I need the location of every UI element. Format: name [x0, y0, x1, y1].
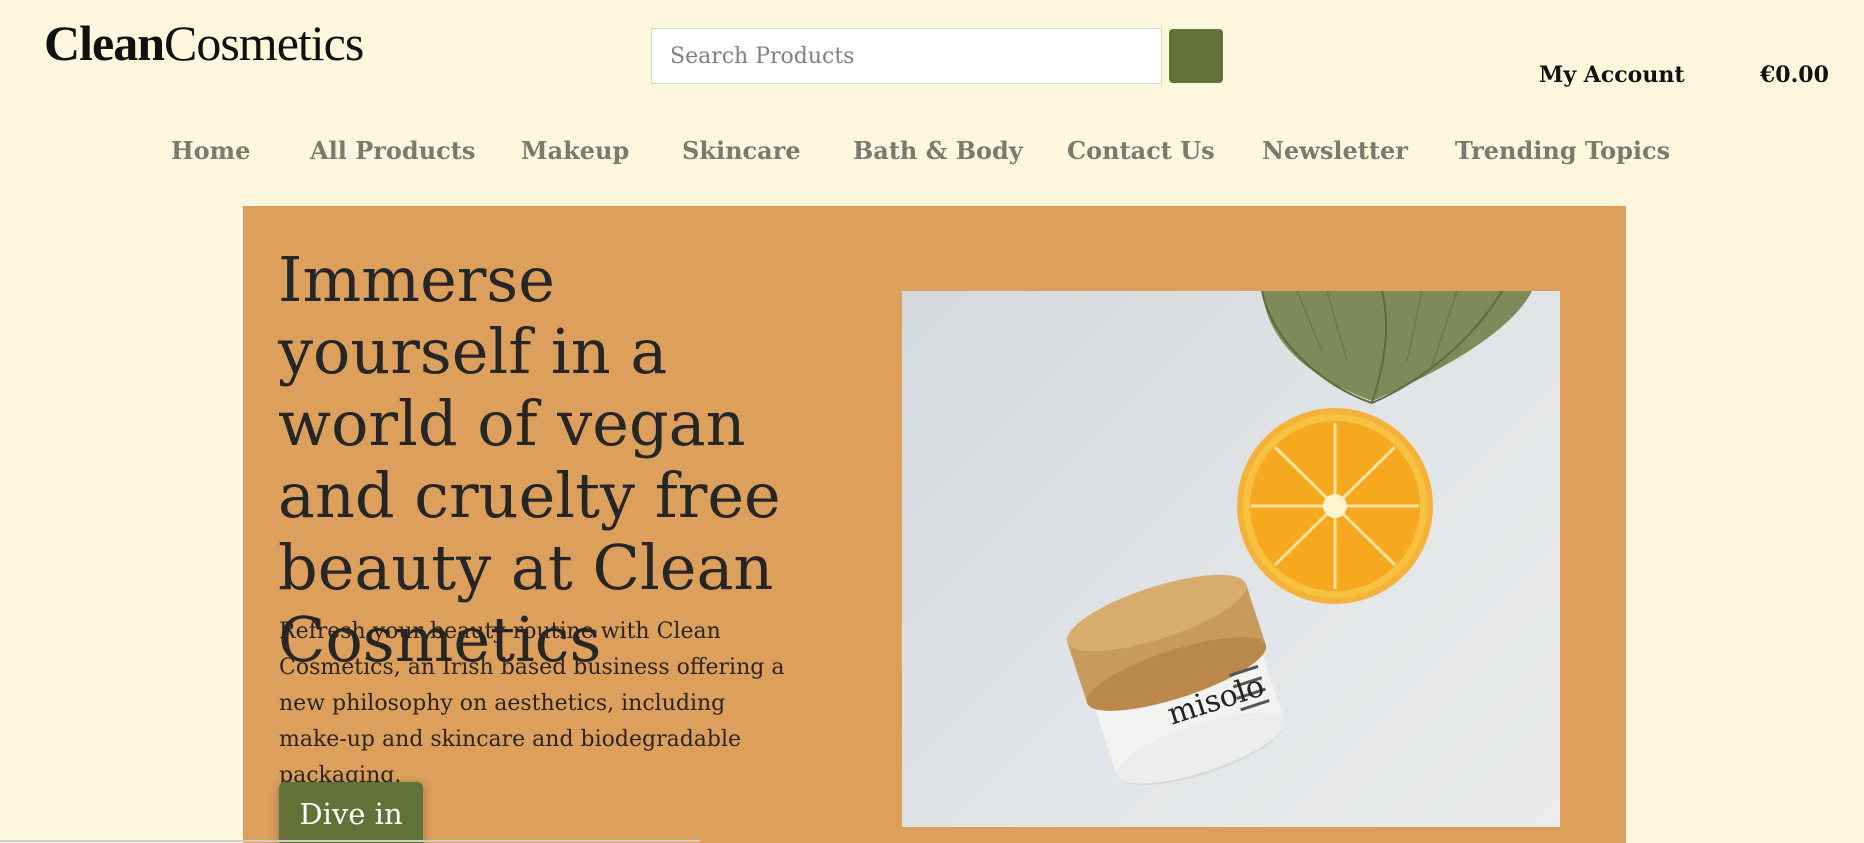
hero-product-photo: misolo [902, 291, 1560, 827]
hero-title: Immerse yourself in a world of vegan and… [278, 243, 781, 676]
cart-total-link[interactable]: €0.00 [1760, 62, 1829, 88]
orange-slice-graphic [1237, 408, 1433, 604]
site-logo[interactable]: CleanCosmetics [44, 14, 364, 72]
nav-item-contact-us[interactable]: Contact Us [1067, 136, 1215, 165]
search-input[interactable] [651, 28, 1162, 84]
hero-banner: Immerse yourself in a world of vegan and… [243, 206, 1626, 843]
cosmetic-jar-graphic [1066, 574, 1285, 785]
nav-item-all-products[interactable]: All Products [310, 136, 475, 165]
nav-item-bath-body[interactable]: Bath & Body [853, 136, 1023, 165]
dive-in-button[interactable]: Dive in [279, 782, 423, 843]
my-account-link[interactable]: My Account [1539, 62, 1684, 88]
nav-item-newsletter[interactable]: Newsletter [1262, 136, 1408, 165]
logo-part-cosmetics: Cosmetics [164, 15, 364, 71]
logo-part-clean: Clean [44, 15, 165, 71]
nav-item-trending-topics[interactable]: Trending Topics [1455, 136, 1670, 165]
product-photo-illustration: misolo [1066, 291, 1532, 785]
nav-item-makeup[interactable]: Makeup [521, 136, 629, 165]
leaf-graphic [1261, 291, 1532, 404]
nav-item-home[interactable]: Home [171, 136, 250, 165]
main-nav: Home All Products Makeup Skincare Bath &… [0, 136, 1864, 176]
page-divider [0, 840, 700, 842]
page: CleanCosmetics My Account €0.00 Home All… [0, 0, 1864, 843]
nav-item-skincare[interactable]: Skincare [682, 136, 801, 165]
hero-description: Refresh your beauty routine with Clean C… [279, 619, 785, 788]
search-button[interactable] [1169, 29, 1223, 83]
